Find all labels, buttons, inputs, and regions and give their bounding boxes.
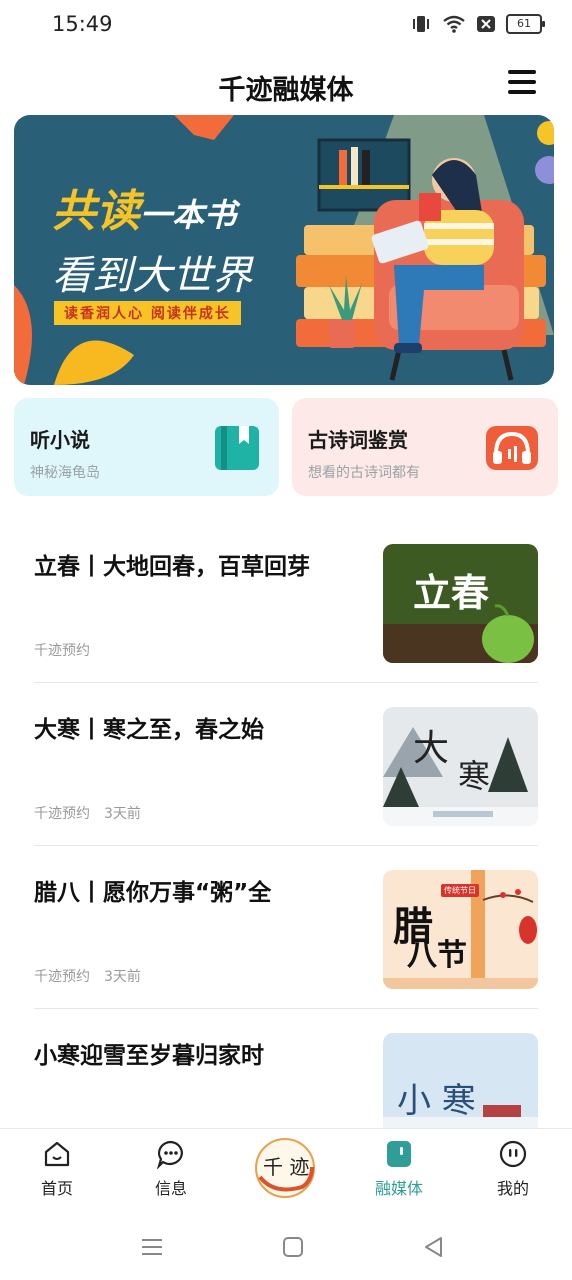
feed-source: 千迹预约 [34,643,90,659]
status-time: 15:49 [52,12,113,36]
center-logo-button[interactable]: 千 迹 [254,1137,316,1199]
system-nav-bar [0,1212,572,1280]
back-triangle-icon[interactable] [421,1234,447,1260]
vibrate-icon [413,16,429,32]
thumb-text: 小 寒 [397,1081,476,1121]
feed-title: 大寒丨寒之至，春之始 [34,717,264,743]
quick-cards: 听小说 神秘海龟岛 古诗词鉴赏 想看的古诗词都有 [14,398,558,496]
banner-headline-1: 共读一本书 [52,175,236,239]
headphones-icon [486,426,538,470]
tab-label: 融媒体 [374,1179,423,1198]
thumb-text-2: 八节 [407,938,467,973]
feed-thumbnail: 小 寒 [383,1033,538,1130]
banner-carousel[interactable]: 共读一本书 看到大世界 读香润人心 阅读伴成长 [14,115,554,385]
chat-bubble-icon [156,1140,183,1169]
feed-time: 3天前 [104,969,141,985]
news-feed: 立春丨大地回春，百草回芽 千迹预约 立春 大寒丨寒之至，春之始 千迹预约 3天前 [0,520,572,1130]
feed-title: 立春丨大地回春，百草回芽 [34,554,310,580]
wifi-icon [443,15,465,33]
hamburger-menu-icon[interactable] [508,70,536,96]
banner-tagline: 读香润人心 阅读伴成长 [54,301,241,325]
feed-item[interactable]: 大寒丨寒之至，春之始 千迹预约 3天前 大 寒 [34,683,538,846]
feed-meta: 千迹预约 3天前 [34,966,155,986]
media-icon [387,1141,411,1167]
thumb-text-2: 寒 [458,757,491,795]
app-header: 千迹融媒体 [0,56,572,112]
feed-thumbnail: 立春 [383,544,538,663]
page-title: 千迹融媒体 [218,75,354,106]
banner-headline-2: 看到大世界 [52,253,252,299]
tab-label: 信息 [154,1179,187,1198]
feed-thumbnail: 传统节日 腊 八节 [383,870,538,989]
card-subtitle: 神秘海龟岛 [30,465,100,481]
profile-icon [499,1140,527,1168]
recents-icon[interactable] [139,1234,165,1260]
feed-meta: 千迹预约 3天前 [34,803,155,823]
feed-item[interactable]: 小寒迎雪至岁暮归家时 小 寒 [34,1009,538,1130]
tab-profile[interactable]: 我的 [468,1139,558,1209]
card-listen-novel[interactable]: 听小说 神秘海龟岛 [14,398,279,496]
feed-meta: 千迹预约 [34,640,104,660]
feed-thumbnail: 大 寒 [383,707,538,826]
tab-home[interactable]: 首页 [12,1139,102,1209]
feed-title: 小寒迎雪至岁暮归家时 [34,1043,264,1069]
feed-source: 千迹预约 [34,806,90,822]
logo-text: 千 迹 [263,1155,310,1179]
feed-time: 3天前 [104,806,141,822]
notification-x-icon [477,16,495,32]
thumb-badge: 传统节日 [441,884,479,897]
feed-item[interactable]: 腊八丨愿你万事“粥”全 千迹预约 3天前 传统节日 腊 八节 [34,846,538,1009]
tab-label: 首页 [40,1179,73,1198]
status-icons: 61 [410,14,545,34]
card-title: 古诗词鉴赏 [308,428,408,452]
thumb-text: 立春 [413,570,490,615]
banner-headline-1a: 共读 [52,186,140,237]
tab-label: 我的 [496,1179,529,1198]
status-bar: 15:49 61 [0,0,572,50]
card-subtitle: 想看的古诗词都有 [308,465,420,481]
feed-source: 千迹预约 [34,969,90,985]
feed-item[interactable]: 立春丨大地回春，百草回芽 千迹预约 立春 [34,520,538,683]
bottom-tab-bar: 首页 信息 千 迹 融媒体 我的 [0,1128,572,1213]
card-title: 听小说 [30,428,90,452]
banner-headline-1b: 一本书 [140,196,237,234]
tab-media[interactable]: 融媒体 [354,1139,444,1209]
feed-title: 腊八丨愿你万事“粥”全 [34,880,272,906]
home-square-icon[interactable] [280,1234,306,1260]
battery-icon: 61 [506,14,545,34]
book-icon [215,426,259,470]
thumb-text-1: 大 [413,728,450,769]
card-poetry[interactable]: 古诗词鉴赏 想看的古诗词都有 [292,398,558,496]
tab-messages[interactable]: 信息 [126,1139,216,1209]
home-icon [44,1141,70,1167]
